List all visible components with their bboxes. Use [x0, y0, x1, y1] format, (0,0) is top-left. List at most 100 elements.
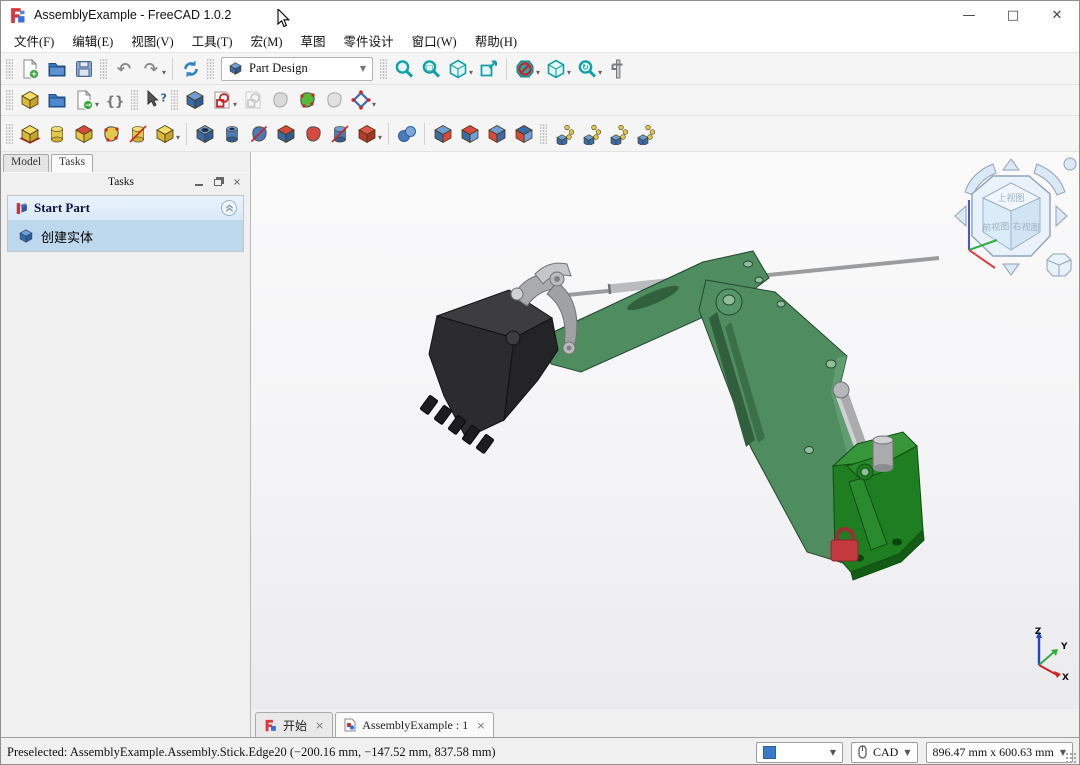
dock-tab-row: Model Tasks: [1, 152, 250, 172]
fit-all-icon[interactable]: [390, 55, 417, 82]
maximize-button[interactable]: □: [991, 1, 1035, 29]
3d-viewport[interactable]: 上视图 前视图 右视图: [251, 152, 1079, 709]
new-document-icon[interactable]: +: [16, 55, 43, 82]
menu-item-2[interactable]: 视图(V): [122, 29, 182, 52]
part-design-toolbar: ▾▾: [1, 116, 1079, 152]
subtractive-loft-icon[interactable]: [272, 120, 299, 147]
create-body-icon[interactable]: [181, 87, 208, 114]
navigation-cube[interactable]: 上视图 前视图 右视图: [953, 156, 1077, 286]
workbench-selector[interactable]: Part Design▼: [221, 57, 373, 81]
disable-touch-navigation-icon[interactable]: [511, 55, 538, 82]
create-group-icon[interactable]: [43, 87, 70, 114]
boolean-operation-icon[interactable]: [393, 120, 420, 147]
toolbar-separator: [424, 123, 425, 145]
subtractive-box-icon[interactable]: [353, 120, 380, 147]
tab-tasks[interactable]: Tasks: [51, 154, 93, 172]
chevron-down-icon: ▼: [830, 748, 836, 757]
resize-grip[interactable]: [1065, 752, 1077, 764]
navigation-style-dropdown[interactable]: CAD ▼: [851, 742, 918, 763]
document-tab-0[interactable]: 开始 ×: [255, 712, 333, 737]
axonometric-view-icon[interactable]: [444, 55, 471, 82]
menu-item-4[interactable]: 宏(M): [242, 29, 292, 52]
status-bar: Preselected: AssemblyExample.Assembly.St…: [1, 738, 1079, 765]
toolbar-handle: [6, 89, 13, 111]
zoom-store-view-icon[interactable]: ↻: [573, 55, 600, 82]
start-part-section-header[interactable]: Start Part: [8, 196, 243, 221]
nav-down-arrow[interactable]: [1003, 264, 1019, 275]
chamfer-icon[interactable]: [456, 120, 483, 147]
tab-model[interactable]: Model: [3, 154, 49, 172]
mirrored-pattern-icon[interactable]: [550, 120, 577, 147]
nav-circle-button[interactable]: [1064, 158, 1076, 170]
hole-icon[interactable]: [218, 120, 245, 147]
refresh-icon[interactable]: [177, 55, 204, 82]
revolution-icon[interactable]: [43, 120, 70, 147]
navcube-top-label[interactable]: 上视图: [997, 192, 1024, 204]
draw-style-dropdown[interactable]: ▼: [756, 742, 843, 763]
pad-icon[interactable]: [16, 120, 43, 147]
additive-pipe-icon[interactable]: [97, 120, 124, 147]
create-solid-task-item[interactable]: 创建实体: [8, 221, 243, 251]
file-view-toolbar: +↶↷▾Part Design▼□▾▾▾↻▾: [1, 53, 1079, 85]
make-link-icon[interactable]: →: [70, 87, 97, 114]
linear-pattern-icon[interactable]: [577, 120, 604, 147]
menu-item-1[interactable]: 编辑(E): [63, 29, 122, 52]
draw-style-swatch: [763, 746, 776, 759]
svg-text:?: ?: [160, 92, 166, 105]
redo-icon[interactable]: ↷: [137, 55, 164, 82]
groove-icon[interactable]: [245, 120, 272, 147]
panel-float-icon[interactable]: [211, 176, 225, 188]
undo-icon[interactable]: ↶: [110, 55, 137, 82]
menu-item-0[interactable]: 文件(F): [5, 29, 63, 52]
map-sketch-to-face-icon[interactable]: [293, 87, 320, 114]
thickness-icon[interactable]: [510, 120, 537, 147]
box-element-selection-icon[interactable]: [542, 55, 569, 82]
sync-view-icon[interactable]: [475, 55, 502, 82]
draft-icon[interactable]: [483, 120, 510, 147]
close-tab-icon[interactable]: ×: [476, 719, 485, 732]
pocket-icon[interactable]: [191, 120, 218, 147]
minimize-button[interactable]: —: [947, 1, 991, 29]
menu-item-7[interactable]: 窗口(W): [403, 29, 466, 52]
navigation-style-value: CAD: [873, 745, 898, 760]
subtractive-pipe-icon[interactable]: [299, 120, 326, 147]
close-button[interactable]: ✕: [1035, 1, 1079, 29]
axis-x-label: X: [1062, 673, 1069, 681]
nav-mini-cube[interactable]: [1047, 254, 1071, 276]
menu-item-6[interactable]: 零件设计: [335, 29, 403, 52]
additive-primitive-icon[interactable]: [151, 120, 178, 147]
create-sketch-icon[interactable]: [208, 87, 235, 114]
whats-this-icon[interactable]: ?: [141, 87, 168, 114]
panel-minimize-icon[interactable]: [192, 176, 206, 188]
dock-filler: [1, 709, 251, 737]
fillet-icon[interactable]: [429, 120, 456, 147]
viewport-dimensions-dropdown[interactable]: 896.47 mm x 600.63 mm ▼: [926, 742, 1074, 763]
save-icon[interactable]: [70, 55, 97, 82]
menu-item-3[interactable]: 工具(T): [183, 29, 242, 52]
zoom-selection-icon[interactable]: □: [417, 55, 444, 82]
measure-icon[interactable]: [604, 55, 631, 82]
chevron-down-icon: ▼: [360, 64, 366, 73]
additive-helix-icon[interactable]: [124, 120, 151, 147]
close-tab-icon[interactable]: ×: [315, 719, 324, 732]
document-tab-1[interactable]: AssemblyExample : 1×: [335, 712, 494, 737]
bucket[interactable]: [420, 290, 558, 454]
expression-icon[interactable]: {}: [101, 87, 128, 114]
nav-left-arrow[interactable]: [955, 206, 966, 226]
multitransform-icon[interactable]: [631, 120, 658, 147]
polar-pattern-icon[interactable]: [604, 120, 631, 147]
validate-sketch-icon[interactable]: [347, 87, 374, 114]
panel-close-icon[interactable]: ×: [230, 176, 244, 188]
open-document-icon[interactable]: [43, 55, 70, 82]
nav-up-arrow[interactable]: [1003, 159, 1019, 170]
document-tab-label: 开始: [283, 717, 307, 734]
nav-right-arrow[interactable]: [1056, 206, 1067, 226]
additive-loft-icon[interactable]: [70, 120, 97, 147]
preselection-message: Preselected: AssemblyExample.Assembly.St…: [7, 745, 748, 760]
subtractive-helix-icon[interactable]: [326, 120, 353, 147]
menu-item-8[interactable]: 帮助(H): [466, 29, 526, 52]
collapse-section-icon[interactable]: [221, 200, 237, 216]
toolbar-handle: [380, 58, 387, 80]
create-part-icon[interactable]: [16, 87, 43, 114]
menu-item-5[interactable]: 草图: [292, 29, 335, 52]
